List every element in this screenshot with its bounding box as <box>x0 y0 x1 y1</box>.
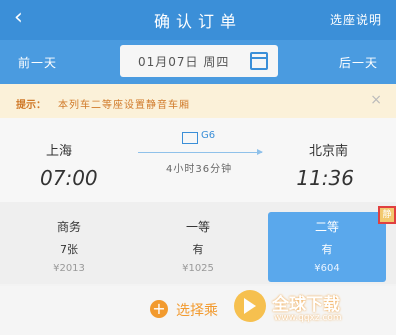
seat-help-link[interactable]: 选座说明 <box>330 11 382 28</box>
seat-price: ¥604 <box>314 263 340 274</box>
seat-name: 一等 <box>185 220 210 234</box>
travel-duration: 4小时36分钟 <box>166 164 233 175</box>
seat-name: 商务 <box>56 220 81 234</box>
date-picker[interactable]: 01月07日 周四 <box>120 45 278 77</box>
seat-option-first-class[interactable]: 一等 有 ¥1025 <box>139 212 257 282</box>
quiet-car-badge: 静 <box>378 206 396 224</box>
notice-label: 提示： <box>16 100 46 111</box>
calendar-icon <box>250 52 268 70</box>
seat-class-selector: 商务 7张 ¥2013 一等 有 ¥1025 二等 有 ¥604 <box>0 202 396 284</box>
train-info: 上海 07:00 G6 4小时36分钟 北京南 11:36 <box>0 118 396 202</box>
seat-availability: 有 <box>192 243 204 256</box>
choose-passenger-label: 选择乘 <box>176 303 218 319</box>
route-arrow-icon <box>138 149 263 155</box>
arrival-station: 北京南 <box>308 144 348 159</box>
seat-price: ¥1025 <box>182 263 214 274</box>
watermark-logo-icon <box>234 290 266 322</box>
watermark-text: 全球下载 <box>272 295 340 315</box>
plus-circle-icon: + <box>150 300 168 318</box>
date-label: 01月07日 周四 <box>138 55 230 69</box>
watermark-url: www.qqxz.com <box>274 313 342 323</box>
date-bar: 前一天 01月07日 周四 后一天 <box>0 40 396 84</box>
prev-day-button[interactable]: 前一天 <box>18 54 57 71</box>
notice-text: 本列车二等座设置静音车厢 <box>58 100 190 111</box>
arrival-time: 11:36 <box>296 166 354 190</box>
close-icon[interactable]: × <box>370 92 382 108</box>
seat-availability: 有 <box>321 243 333 256</box>
departure-time: 07:00 <box>40 166 98 190</box>
train-number[interactable]: G6 <box>201 130 215 141</box>
seat-availability: 7张 <box>60 243 78 256</box>
next-day-button[interactable]: 后一天 <box>339 54 378 71</box>
notice-banner: 提示： 本列车二等座设置静音车厢 × <box>0 84 396 118</box>
title-bar: ‹ 确认订单 选座说明 <box>0 0 396 40</box>
seat-option-business[interactable]: 商务 7张 ¥2013 <box>10 212 128 282</box>
train-schedule-icon[interactable] <box>182 132 198 144</box>
departure-station: 上海 <box>46 144 73 159</box>
seat-price: ¥2013 <box>53 263 85 274</box>
seat-name: 二等 <box>314 220 339 234</box>
seat-option-second-class[interactable]: 二等 有 ¥604 <box>268 212 386 282</box>
